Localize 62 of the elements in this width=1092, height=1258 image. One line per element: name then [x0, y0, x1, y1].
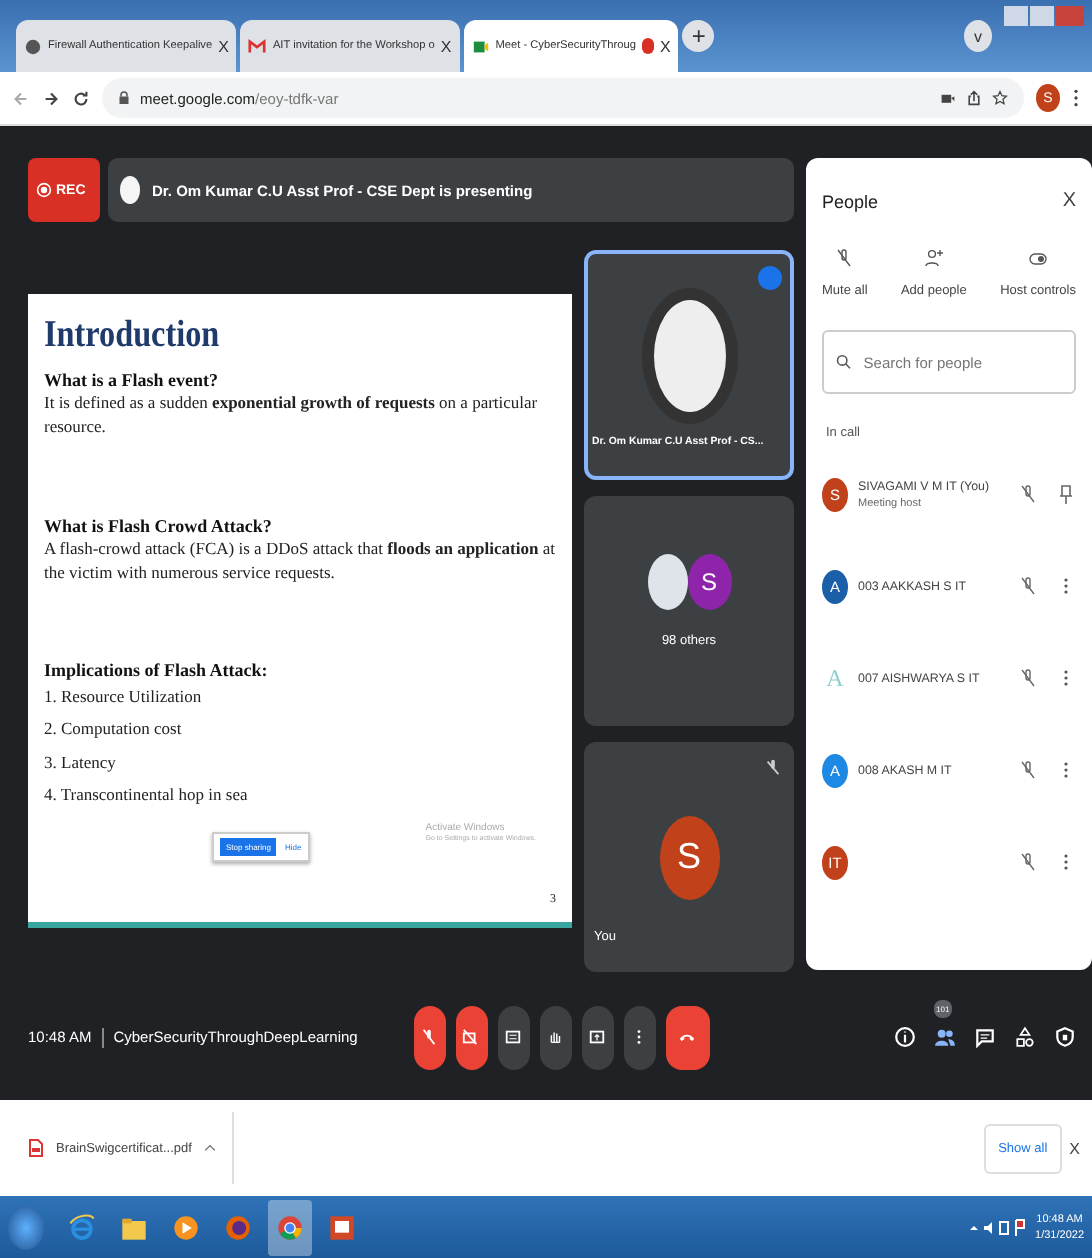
mic-off-icon[interactable] — [1018, 668, 1038, 688]
caret-icon[interactable] — [203, 1144, 216, 1152]
chat-icon[interactable] — [974, 1024, 996, 1050]
slide-list-item: 2. Computation cost — [44, 716, 184, 743]
tab-search-button[interactable]: v — [964, 20, 992, 52]
mic-off-icon[interactable] — [1018, 484, 1038, 504]
close-tab-button[interactable]: X — [218, 37, 229, 55]
mic-off-icon[interactable] — [1018, 852, 1038, 872]
reload-icon[interactable] — [72, 89, 90, 107]
search-icon — [836, 354, 852, 370]
panel-title: People — [822, 191, 879, 211]
new-tab-button[interactable]: + — [682, 20, 715, 52]
present-screen-icon — [588, 1028, 607, 1046]
slide-heading: What is a Flash event? — [44, 370, 221, 390]
end-call-button[interactable] — [665, 1005, 710, 1069]
forward-icon[interactable] — [42, 89, 60, 107]
hand-button[interactable] — [539, 1005, 572, 1069]
slide-list-item: 1. Resource Utilization — [44, 684, 204, 711]
pdf-file-icon — [28, 1138, 44, 1158]
captions-button[interactable] — [497, 1005, 530, 1069]
hand-icon — [546, 1028, 565, 1046]
record-icon — [36, 182, 52, 198]
share-icon[interactable] — [966, 90, 982, 106]
slide-text: A flash-crowd attack (FCA) is a DDoS attack that floods an application at the victim with numerous service requests. — [44, 535, 556, 585]
mic-off-icon — [834, 248, 855, 268]
avatar: S — [659, 815, 719, 899]
avatar: S — [687, 554, 731, 610]
mic-button[interactable] — [413, 1005, 446, 1069]
video-camera-icon — [471, 37, 490, 55]
slide-list-item: 3. Latency — [44, 749, 118, 776]
mic-off-icon[interactable] — [1018, 760, 1038, 780]
slide-list-item: 4. Transcontinental hop in sea — [44, 781, 250, 808]
close-tab-button[interactable]: X — [440, 37, 452, 55]
slide-title: Introduction — [44, 314, 222, 358]
globe-icon — [24, 37, 42, 55]
camera-button[interactable] — [455, 1005, 488, 1069]
present-button[interactable] — [581, 1005, 614, 1069]
toggle-icon — [1028, 248, 1049, 268]
photo-placeholder — [647, 554, 687, 610]
close-button[interactable]: X — [1069, 1139, 1080, 1157]
camera-off-icon — [462, 1028, 481, 1046]
captions-icon — [504, 1028, 523, 1046]
pin-icon[interactable] — [1056, 484, 1076, 504]
mail-icon — [248, 37, 267, 55]
video-icon[interactable] — [940, 90, 956, 106]
window-controls-drawing — [1004, 4, 1084, 28]
start-button[interactable] — [8, 1205, 44, 1249]
mic-off-icon — [420, 1028, 439, 1046]
slide-heading: What is Flash Crowd Attack? — [44, 515, 274, 536]
host-icon[interactable] — [1054, 1024, 1076, 1050]
menu-icon[interactable] — [1072, 88, 1080, 108]
lock-icon — [118, 90, 130, 106]
mic-off-icon[interactable] — [1018, 576, 1038, 596]
slide-text: It is defined as a sudden exponential growth of requests on a particular resource. — [44, 390, 540, 440]
close-tab-button[interactable]: X — [660, 37, 671, 55]
system-tray-icons[interactable] — [967, 1217, 1028, 1237]
slide-heading: Implications of Flash Attack: — [44, 660, 270, 681]
activities-icon[interactable] — [1014, 1024, 1036, 1050]
info-icon[interactable] — [894, 1024, 916, 1050]
add-person-icon — [923, 248, 944, 268]
close-button[interactable]: X — [1062, 190, 1076, 212]
star-icon[interactable] — [992, 90, 1008, 106]
